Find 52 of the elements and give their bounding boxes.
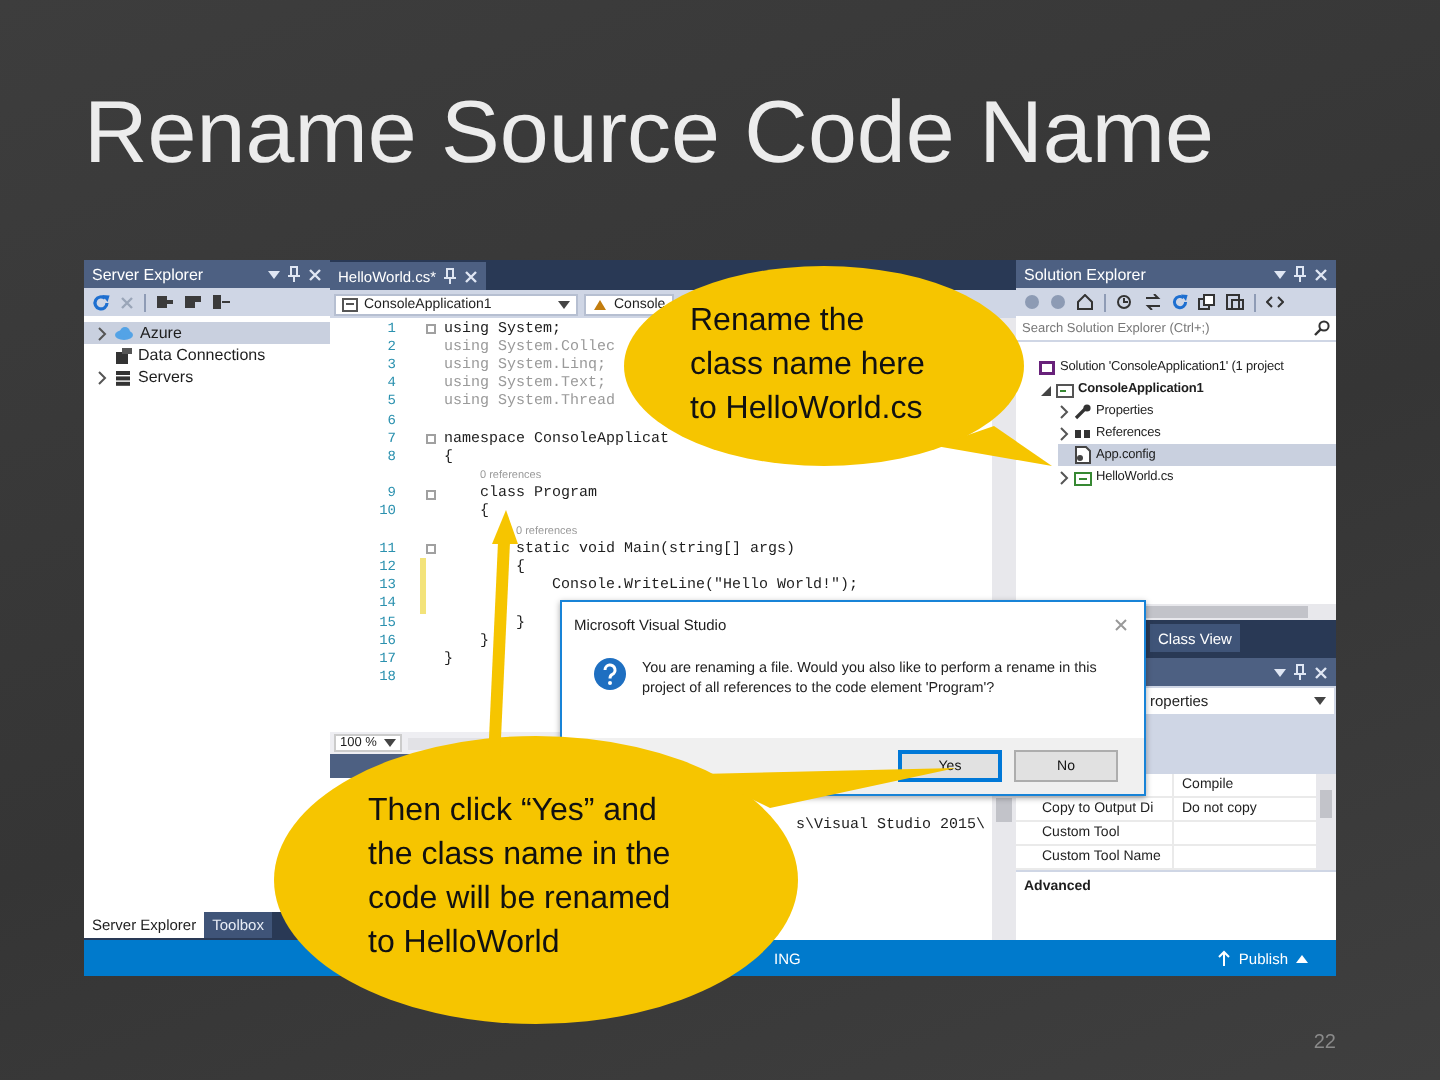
panel-title: Solution Explorer (1024, 265, 1148, 283)
references-icon (1074, 425, 1092, 441)
outline-toggle[interactable] (426, 489, 436, 500)
caret-icon[interactable] (558, 299, 570, 309)
home-icon[interactable] (1076, 294, 1094, 310)
wrench-icon (1074, 403, 1092, 419)
chevron-icon[interactable] (96, 325, 108, 341)
refresh-icon[interactable] (92, 293, 110, 311)
tree-item[interactable]: Data Connections (84, 344, 330, 366)
project-icon (1056, 381, 1074, 397)
close-icon[interactable] (1114, 617, 1128, 631)
chevron-icon[interactable] (1058, 469, 1070, 485)
caret-icon[interactable] (268, 269, 280, 279)
outline-toggle[interactable] (426, 544, 436, 555)
caret-icon[interactable] (1314, 696, 1326, 706)
slide-title: Rename Source Code Name (84, 90, 1214, 178)
sync-icon[interactable] (1144, 294, 1162, 310)
code-icon[interactable] (1266, 294, 1284, 310)
solution-icon (1038, 359, 1056, 375)
outline-toggle[interactable] (426, 324, 436, 335)
callout-text: Rename the class name here to HelloWorld.cs (690, 302, 927, 430)
page-number: 22 (1313, 1032, 1336, 1054)
callout-text: Then click “Yes” and the class name in the code will be renamed to HelloWorld (368, 792, 673, 964)
class-icon (592, 297, 608, 311)
pin-icon[interactable] (288, 266, 300, 282)
outline-toggle[interactable] (426, 434, 436, 445)
up-arrow-icon (1218, 950, 1231, 966)
tree-item[interactable]: Azure (84, 322, 330, 344)
chevron-icon[interactable] (1058, 425, 1070, 441)
copy-icon[interactable] (1226, 294, 1244, 310)
cloud-icon (114, 326, 134, 340)
caret-icon[interactable] (384, 738, 396, 748)
tree-item[interactable]: Servers (84, 366, 330, 388)
refresh-icon[interactable] (1172, 294, 1188, 310)
csharp-file-icon (1074, 469, 1092, 485)
search-icon[interactable] (1314, 320, 1330, 336)
caret-icon (1296, 953, 1308, 963)
pin-icon[interactable] (1294, 266, 1306, 282)
panel-title: Server Explorer (92, 265, 206, 283)
collapse-icon[interactable] (1198, 294, 1216, 310)
chevron-icon[interactable] (96, 369, 108, 385)
caret-icon[interactable] (1274, 667, 1286, 677)
expanded-triangle-icon[interactable] (1040, 381, 1052, 397)
history-icon[interactable] (1116, 294, 1134, 310)
caret-icon[interactable] (1274, 269, 1286, 279)
chevron-icon[interactable] (1058, 403, 1070, 419)
question-icon (594, 658, 626, 690)
pin-icon[interactable] (444, 268, 457, 284)
project-icon (342, 297, 358, 311)
pin-icon[interactable] (1294, 664, 1306, 680)
scrollbar[interactable] (1316, 774, 1336, 870)
config-file-icon (1074, 446, 1092, 464)
